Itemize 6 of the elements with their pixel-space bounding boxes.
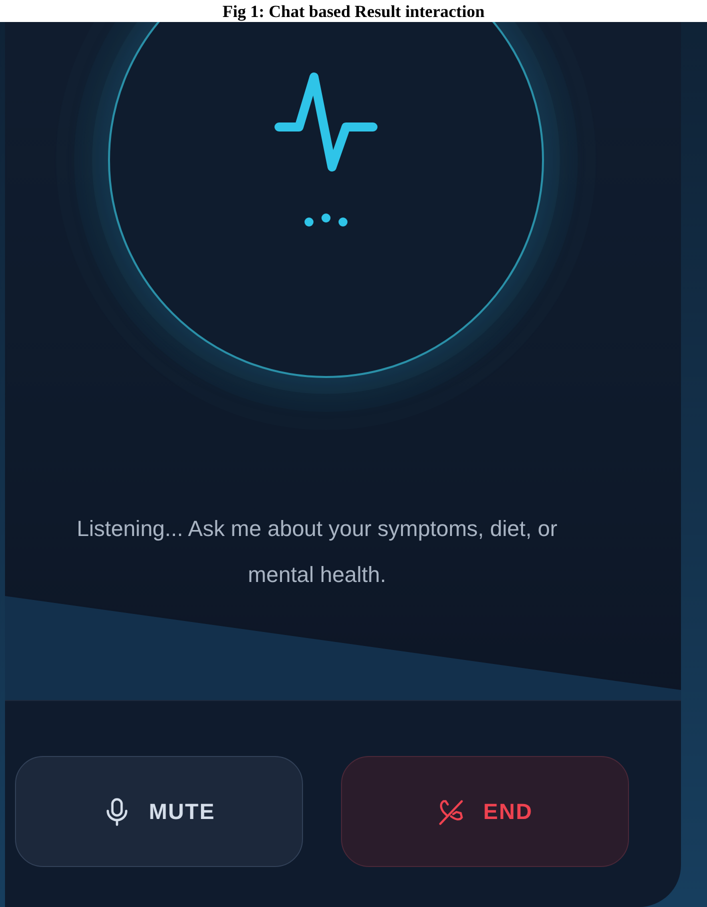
pulse-icon <box>274 71 378 173</box>
status-message: Listening... Ask me about your symptoms, diet, or mental health. <box>76 515 558 589</box>
end-call-button[interactable]: END <box>341 756 629 867</box>
figure-caption: Fig 1: Chat based Result interaction <box>222 2 485 22</box>
mute-button[interactable]: MUTE <box>15 756 303 867</box>
typing-dots-icon <box>303 213 349 227</box>
